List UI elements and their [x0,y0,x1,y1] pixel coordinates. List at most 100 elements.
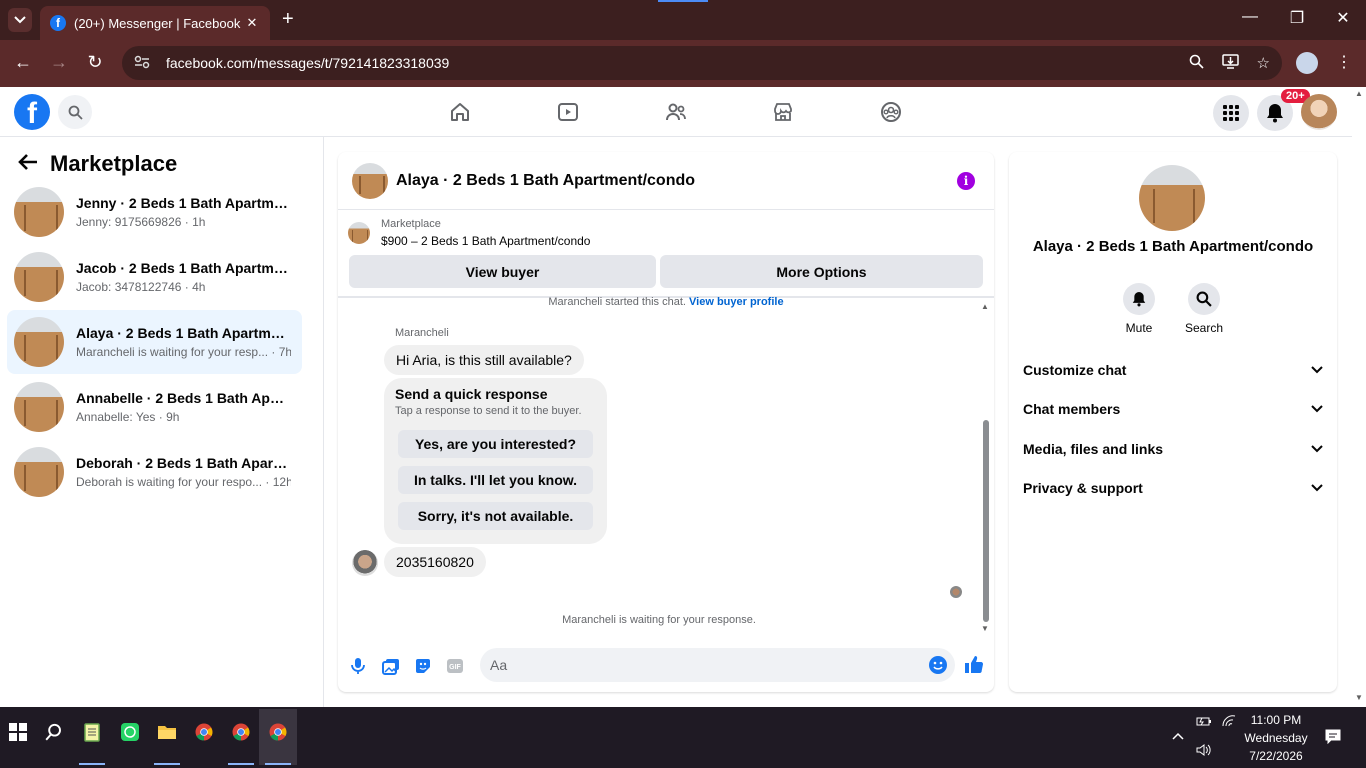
home-icon[interactable] [448,100,472,124]
quick-response-option[interactable]: Yes, are you interested? [398,430,593,458]
quick-response-option[interactable]: In talks. I'll let you know. [398,466,593,494]
restore-button[interactable]: ❐ [1285,8,1309,28]
message-bubble[interactable]: 2035160820 [384,547,486,577]
show-hidden-icons-icon[interactable] [1172,729,1184,743]
view-buyer-button[interactable]: View buyer [349,255,656,288]
chrome-icon[interactable] [192,720,216,744]
browser-menu-icon[interactable]: ⋮ [1336,52,1352,72]
more-options-button[interactable]: More Options [660,255,983,288]
notification-center-icon[interactable] [1325,729,1341,747]
like-thumbs-up-icon[interactable] [964,654,984,674]
chat-started-notice: Marancheli started this chat. View buyer… [338,296,994,308]
scroll-up-arrow-icon[interactable]: ▲ [1355,89,1363,98]
view-buyer-profile-link[interactable]: View buyer profile [689,296,784,308]
list-item[interactable]: Jenny · 2 Beds 1 Bath Apartment... Jenny:… [7,180,302,244]
windows-start-icon[interactable] [6,720,30,744]
volume-icon[interactable] [1196,744,1212,759]
new-tab-button[interactable]: + [282,9,294,29]
browser-toolbar: ← → ↻ facebook.com/messages/t/7921418233… [0,40,1366,87]
install-app-icon[interactable] [1221,53,1239,73]
search-in-chat-button[interactable]: Search [1174,283,1234,335]
back-arrow-icon[interactable] [18,151,38,177]
conversation-name: Jacob · 2 Beds 1 Bath Apartment... [76,260,291,276]
info-icon[interactable]: i [957,172,975,190]
bookmark-star-icon[interactable]: ☆ [1257,54,1270,72]
section-label: Media, files and links [1023,441,1164,457]
mute-label: Mute [1125,321,1153,335]
list-item[interactable]: Deborah · 2 Beds 1 Bath Apartm... Deborah… [7,440,302,504]
app-running-indicator [265,763,291,765]
file-explorer-icon[interactable] [155,720,179,744]
back-button[interactable]: ← [11,52,35,73]
list-item[interactable]: Annabelle · 2 Beds 1 Bath Apart... Annabe… [7,375,302,439]
quick-response-option[interactable]: Sorry, it's not available. [398,502,593,530]
conversation-preview: Marancheli is waiting for your resp... ·… [76,345,291,359]
search-icon[interactable] [42,720,66,744]
marketplace-icon[interactable] [771,100,795,124]
details-thumbnail[interactable] [1139,165,1205,231]
site-info-icon[interactable] [134,55,152,72]
system-clock[interactable]: 11:00 PM Wednesday 7/22/2026 [1236,711,1316,765]
scroll-up-arrow-icon[interactable]: ▲ [981,302,989,311]
gif-icon[interactable]: GIF [445,656,465,676]
list-item-active[interactable]: Alaya · 2 Beds 1 Bath Apartment... Maranc… [7,310,302,374]
message-input-placeholder: Aa [490,657,508,673]
microphone-icon[interactable] [348,656,368,676]
conversation-preview: Jenny: 9175669826 · 1h [76,215,206,229]
sticker-icon[interactable] [413,656,433,676]
zoom-icon[interactable] [1189,54,1204,73]
emoji-icon[interactable] [929,656,947,674]
facebook-logo-icon[interactable]: f [14,94,50,130]
chevron-down-icon [1311,445,1323,453]
section-privacy-support[interactable]: Privacy & support [1023,480,1323,496]
chat-title[interactable]: Alaya · 2 Beds 1 Bath Apartment/condo [396,172,695,190]
chat-details-panel: Alaya · 2 Beds 1 Bath Apartment/condo Mu… [1009,152,1337,692]
friends-icon[interactable] [664,100,688,124]
address-bar[interactable]: facebook.com/messages/t/792141823318039 … [122,46,1282,80]
menu-grid-button[interactable] [1213,95,1249,131]
url-text: facebook.com/messages/t/792141823318039 [166,55,450,71]
chat-thumbnail[interactable] [352,162,388,199]
tab-search-button[interactable] [8,8,32,32]
scroll-down-arrow-icon[interactable]: ▼ [981,624,989,633]
browser-profile-avatar[interactable] [1296,52,1318,74]
reload-button[interactable]: ↻ [83,52,107,73]
listing-price-title: $900 – 2 Beds 1 Bath Apartment/condo [381,234,591,248]
forward-button[interactable]: → [47,52,71,73]
account-avatar[interactable] [1301,94,1337,130]
facebook-favicon-icon: f [50,15,66,31]
minimize-button[interactable]: — [1238,8,1262,26]
groups-icon[interactable] [879,100,903,124]
buyer-avatar[interactable] [352,550,378,576]
photo-icon[interactable] [381,656,401,676]
scroll-down-arrow-icon[interactable]: ▼ [1355,693,1363,702]
listing-thumbnail [14,187,64,237]
list-item[interactable]: Jacob · 2 Beds 1 Bath Apartment... Jacob:… [7,245,302,309]
listing-summary[interactable]: Marketplace $900 – 2 Beds 1 Bath Apartme… [348,218,590,248]
chrome-active-icon[interactable] [266,720,290,744]
facebook-search-button[interactable] [58,95,92,129]
message-bubble[interactable]: Hi Aria, is this still available? [384,345,584,375]
chat-scrollbar[interactable] [983,420,989,622]
section-customize-chat[interactable]: Customize chat [1023,362,1323,378]
chat-started-text: Marancheli started this chat. [548,296,686,308]
battery-icon[interactable] [1196,715,1212,730]
notepad-app-icon[interactable] [80,720,104,744]
whatsapp-app-icon[interactable] [118,720,142,744]
clock-date: 7/22/2026 [1249,749,1303,763]
wifi-icon[interactable] [1222,715,1236,730]
section-media-files-links[interactable]: Media, files and links [1023,441,1323,457]
mute-button[interactable]: Mute [1109,283,1169,335]
section-chat-members[interactable]: Chat members [1023,401,1323,417]
chrome-profile-icon[interactable] [229,720,253,744]
message-input[interactable]: Aa [480,648,955,682]
chevron-down-icon [1311,405,1323,413]
close-window-button[interactable]: ✕ [1331,8,1355,28]
page-scrollbar[interactable]: ▲ ▼ [1352,87,1366,707]
browser-tab-messenger[interactable]: f (20+) Messenger | Facebook ✕ [40,6,270,40]
listing-thumbnail [14,382,64,432]
tab-close-icon[interactable]: ✕ [244,15,260,31]
video-icon[interactable] [556,100,580,124]
details-title: Alaya · 2 Beds 1 Bath Apartment/condo [1032,238,1314,255]
app-running-indicator [228,763,254,765]
